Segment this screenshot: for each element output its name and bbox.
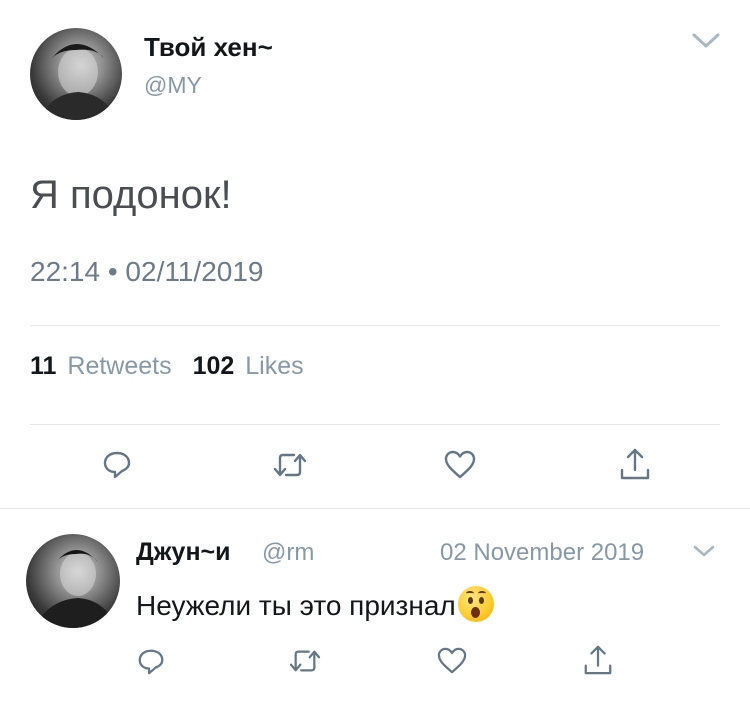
reply-text: Неужели ты это признал bbox=[136, 586, 494, 622]
reply-author-handle[interactable]: @rm bbox=[262, 539, 314, 567]
divider bbox=[0, 508, 750, 509]
reply-icon[interactable] bbox=[136, 646, 166, 676]
divider bbox=[30, 424, 720, 425]
share-icon[interactable] bbox=[582, 643, 614, 677]
author-handle[interactable]: @MY bbox=[144, 72, 202, 99]
reply-text-content: Неужели ты это признал bbox=[136, 590, 456, 621]
heart-icon[interactable] bbox=[443, 450, 477, 480]
share-icon[interactable] bbox=[618, 446, 652, 482]
author-avatar[interactable] bbox=[30, 28, 122, 120]
tweet-text: Я подонок! bbox=[30, 173, 232, 217]
likes-count[interactable]: 102 bbox=[193, 352, 235, 380]
divider bbox=[30, 325, 720, 326]
retweet-icon[interactable] bbox=[272, 450, 308, 480]
tweet-timestamp[interactable]: 22:14 • 02/11/2019 bbox=[30, 256, 264, 288]
retweet-icon[interactable] bbox=[288, 647, 322, 675]
retweets-label[interactable]: Retweets bbox=[67, 352, 171, 380]
chevron-down-icon[interactable] bbox=[690, 30, 722, 50]
retweets-count[interactable]: 11 bbox=[30, 352, 56, 380]
reply-icon[interactable] bbox=[101, 448, 133, 480]
likes-label[interactable]: Likes bbox=[245, 352, 303, 380]
author-name[interactable]: Твой хен~ bbox=[144, 32, 273, 63]
reply-author-name[interactable]: Джун~и bbox=[136, 538, 231, 567]
chevron-down-icon[interactable] bbox=[692, 543, 716, 559]
reply-date[interactable]: 02 November 2019 bbox=[440, 539, 644, 567]
reply-author-avatar[interactable] bbox=[26, 534, 120, 628]
heart-icon[interactable] bbox=[436, 647, 468, 675]
astonished-face-emoji bbox=[457, 586, 494, 622]
tweet-stats: 11 Retweets 102 Likes bbox=[30, 352, 304, 381]
